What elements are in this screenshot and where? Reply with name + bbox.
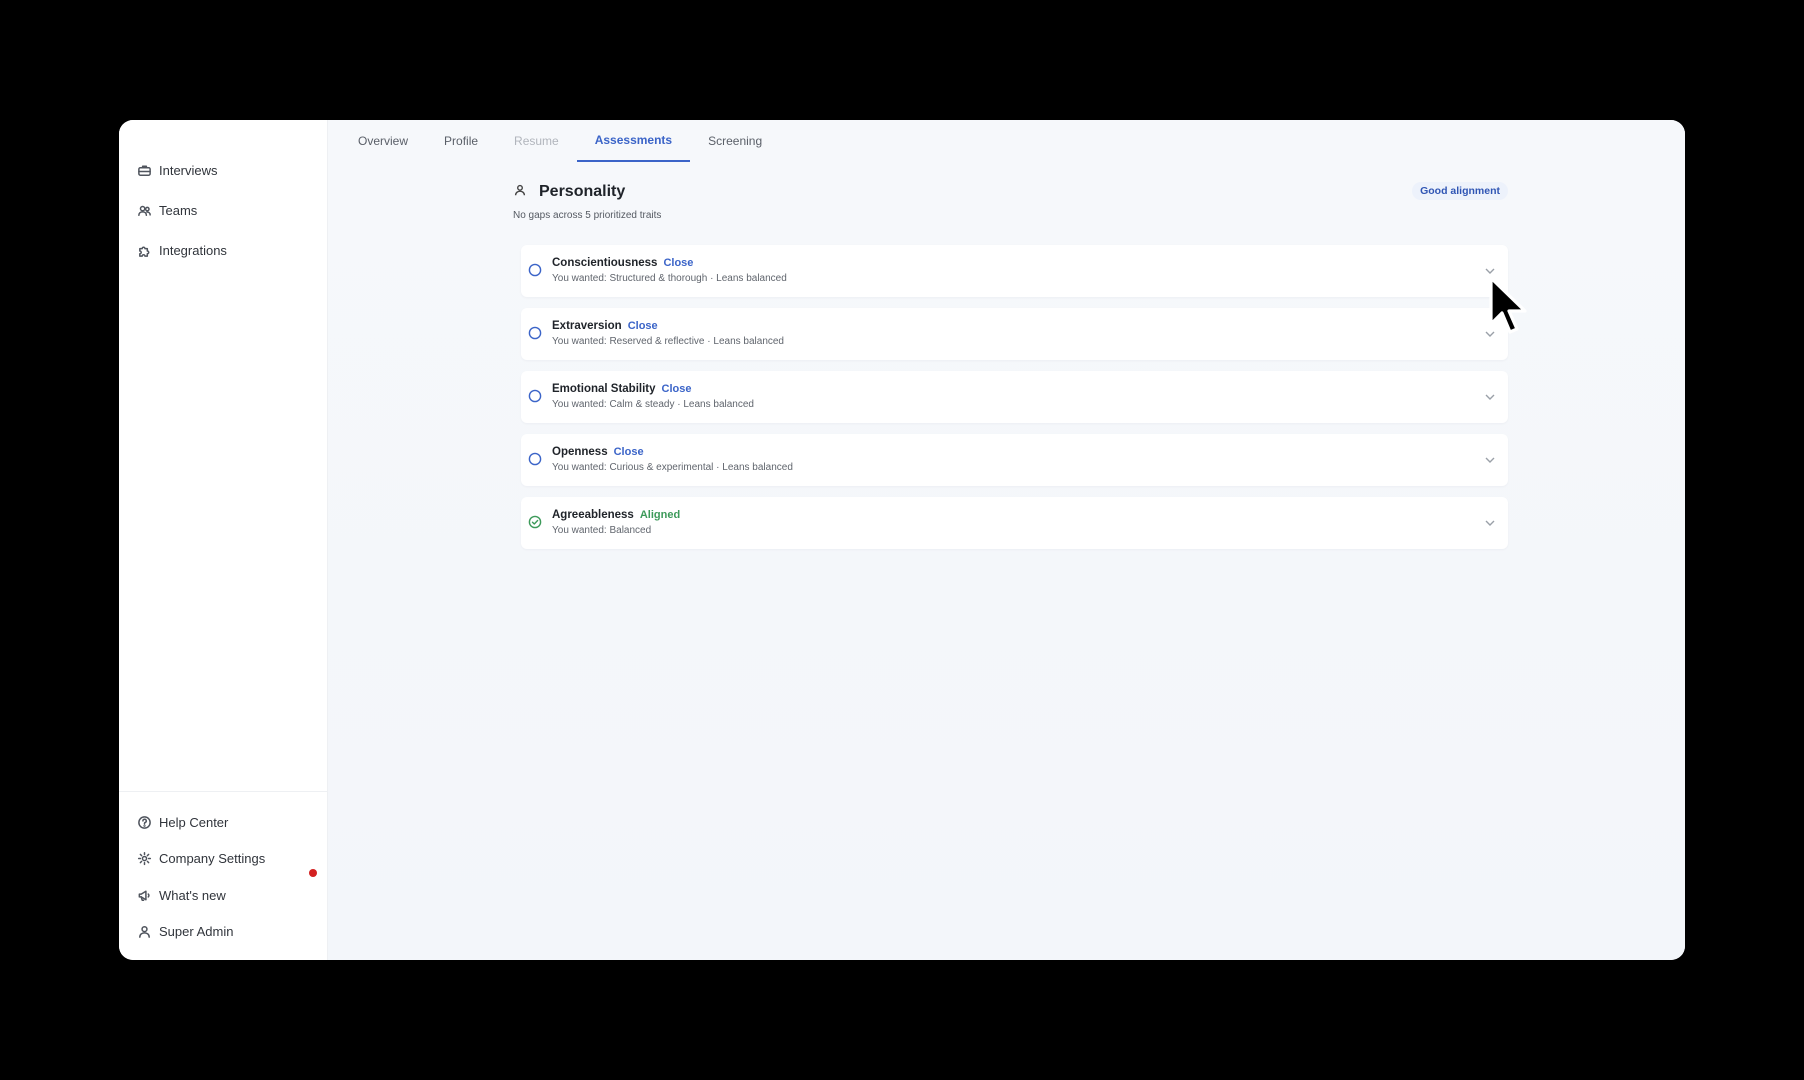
chevron-down-icon[interactable] [1484, 264, 1496, 276]
circle-outline-icon [528, 263, 542, 277]
help-circle-icon [136, 814, 152, 830]
trait-name-text: Conscientiousness [552, 257, 658, 269]
trait-row-emotional-stability[interactable]: Emotional Stability Close You wanted: Cal… [521, 371, 1508, 423]
trait-name: Conscientiousness Close [552, 257, 693, 269]
main-panel: Overview Profile Resume Assessments Scre… [328, 120, 1685, 960]
trait-row-conscientiousness[interactable]: Conscientiousness Close You wanted: Struc… [521, 245, 1508, 297]
notification-dot [309, 869, 317, 877]
app-window: Interviews Teams Integrations Help Cente… [119, 120, 1685, 960]
sidebar-item-label: What's new [159, 887, 226, 903]
trait-tag: Close [613, 446, 644, 458]
check-circle-icon [528, 515, 542, 529]
gear-icon [136, 851, 152, 867]
trait-row-extraversion[interactable]: Extraversion Close You wanted: Reserved &… [521, 308, 1508, 360]
tab-overview[interactable]: Overview [340, 120, 426, 162]
trait-tag: Close [663, 257, 694, 269]
circle-outline-icon [528, 452, 542, 466]
sidebar-bottom-nav: Help Center Company Settings What's new [119, 791, 327, 950]
trait-description: You wanted: Calm & steady · Leans balanc… [552, 399, 754, 410]
trait-description: You wanted: Reserved & reflective · Lean… [552, 336, 784, 347]
sidebar-item-integrations[interactable]: Integrations [119, 230, 327, 270]
sidebar-item-interviews[interactable]: Interviews [119, 150, 327, 190]
section-header: Personality Good alignment [513, 178, 1513, 206]
section-title: Personality [539, 183, 626, 200]
trait-tag: Close [661, 383, 692, 395]
sidebar-item-label: Help Center [159, 814, 229, 830]
sidebar-item-label: Integrations [159, 242, 227, 258]
trait-name: Emotional Stability Close [552, 383, 691, 395]
sidebar-item-label: Interviews [159, 162, 218, 178]
chevron-down-icon[interactable] [1484, 516, 1496, 528]
circle-outline-icon [528, 389, 542, 403]
megaphone-icon [136, 887, 152, 903]
briefcase-icon [136, 162, 152, 178]
sidebar-item-company-settings[interactable]: Company Settings [119, 841, 327, 878]
tab-resume[interactable]: Resume [496, 120, 577, 162]
sidebar-top-nav: Interviews Teams Integrations [119, 120, 327, 270]
sidebar-item-label: Super Admin [159, 924, 234, 940]
user-icon [136, 924, 152, 940]
trait-tag: Close [627, 320, 658, 332]
trait-name: Extraversion Close [552, 320, 658, 332]
sidebar-item-super-admin[interactable]: Super Admin [119, 914, 327, 951]
alignment-badge: Good alignment [1412, 182, 1508, 200]
trait-name-text: Agreeableness [552, 509, 634, 521]
circle-outline-icon [528, 326, 542, 340]
trait-name-text: Extraversion [552, 320, 622, 332]
sidebar-item-label: Teams [159, 202, 198, 218]
chevron-down-icon[interactable] [1484, 453, 1496, 465]
person-icon [513, 183, 527, 202]
users-icon [136, 202, 152, 218]
sidebar-item-teams[interactable]: Teams [119, 190, 327, 230]
sidebar: Interviews Teams Integrations Help Cente… [119, 120, 328, 960]
tab-screening[interactable]: Screening [690, 120, 780, 162]
trait-row-agreeableness[interactable]: Agreeableness Aligned You wanted: Balance… [521, 497, 1508, 549]
trait-row-openness[interactable]: Openness Close You wanted: Curious & expe… [521, 434, 1508, 486]
trait-description: You wanted: Balanced [552, 525, 652, 536]
traits-list: Conscientiousness Close You wanted: Struc… [513, 245, 1513, 549]
puzzle-icon [136, 242, 152, 258]
trait-name: Openness Close [552, 446, 644, 458]
personality-section: Personality Good alignment No gaps acros… [513, 178, 1513, 560]
chevron-down-icon[interactable] [1484, 327, 1496, 339]
tab-bar: Overview Profile Resume Assessments Scre… [328, 120, 1685, 162]
tab-profile[interactable]: Profile [426, 120, 496, 162]
trait-name-text: Openness [552, 446, 608, 458]
trait-description: You wanted: Curious & experimental · Lea… [552, 462, 793, 473]
sidebar-item-help-center[interactable]: Help Center [119, 804, 327, 841]
section-subtitle: No gaps across 5 prioritized traits [513, 210, 662, 221]
sidebar-item-label: Company Settings [159, 851, 266, 867]
trait-description: You wanted: Structured & thorough · Lean… [552, 273, 787, 284]
chevron-down-icon[interactable] [1484, 390, 1496, 402]
trait-name: Agreeableness Aligned [552, 509, 680, 521]
sidebar-item-whats-new[interactable]: What's new [119, 869, 327, 914]
trait-tag: Aligned [639, 509, 681, 521]
tab-assessments[interactable]: Assessments [576, 120, 691, 162]
trait-name-text: Emotional Stability [552, 383, 656, 395]
